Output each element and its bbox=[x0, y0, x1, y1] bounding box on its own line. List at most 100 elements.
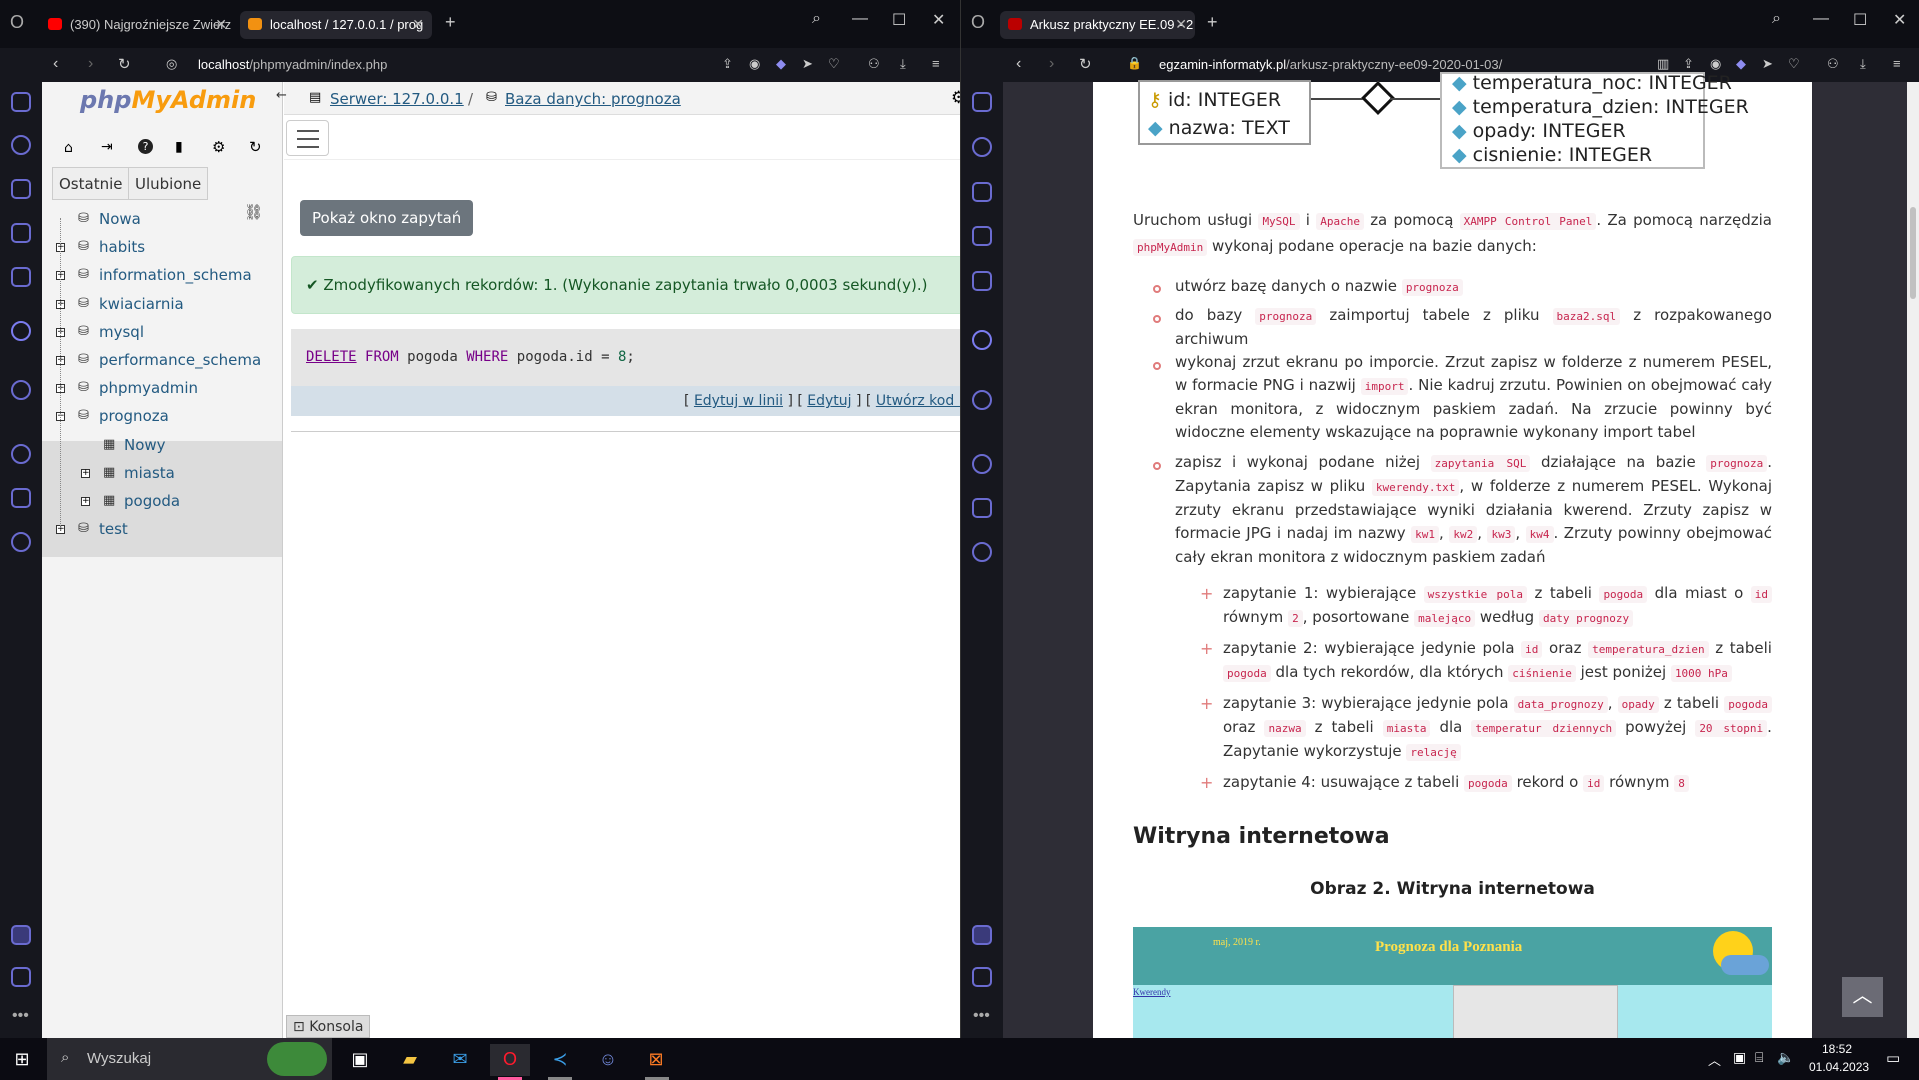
close-tab-icon[interactable]: ✕ bbox=[1175, 16, 1187, 33]
scroll-to-top-button[interactable]: ︿ bbox=[1842, 977, 1883, 1017]
task-view-icon[interactable]: ▣ bbox=[340, 1044, 380, 1076]
tab-youtube[interactable]: (390) Najgroźniejsze Zwierz ✕ bbox=[40, 11, 235, 39]
tree-item-label[interactable]: mysql bbox=[99, 323, 144, 341]
sidebar-chip-icon[interactable] bbox=[972, 271, 992, 291]
edit-link[interactable]: Edytuj bbox=[807, 393, 851, 409]
clock-date[interactable]: 01.04.2023 bbox=[1809, 1060, 1869, 1074]
sidebar-extension-icon[interactable] bbox=[11, 925, 31, 945]
create-php-link[interactable]: Utwórz kod PHP bbox=[876, 393, 960, 409]
notifications-icon[interactable]: ▭ bbox=[1886, 1049, 1900, 1067]
breadcrumb-database[interactable]: Baza danych: prognoza bbox=[505, 90, 681, 108]
tree-item-label[interactable]: prognoza bbox=[99, 407, 169, 425]
volume-icon[interactable]: 🔈 bbox=[1777, 1049, 1794, 1066]
sidebar-game-icon[interactable] bbox=[972, 92, 992, 112]
back-icon[interactable]: ‹ bbox=[1016, 55, 1021, 73]
new-tab-icon[interactable]: + bbox=[1207, 12, 1218, 33]
tab-arkusz[interactable]: Arkusz praktyczny EE.09 - 2 ✕ bbox=[1000, 11, 1195, 39]
sidebar-speed-icon[interactable] bbox=[972, 137, 992, 157]
network-icon[interactable]: ⌸ bbox=[1755, 1049, 1763, 1066]
heart-icon[interactable]: ♡ bbox=[828, 56, 840, 72]
help-icon[interactable]: ? bbox=[138, 139, 153, 154]
send-icon[interactable]: ➤ bbox=[1762, 56, 1773, 72]
tab-recent[interactable]: Ostatnie bbox=[52, 167, 130, 200]
tree-item-mysql[interactable]: + ⛁ mysql bbox=[42, 321, 282, 345]
tab-favorites[interactable]: Ulubione bbox=[128, 167, 209, 200]
sidebar-gallery-icon[interactable] bbox=[11, 967, 31, 987]
tree-item-phpmyadmin[interactable]: + ⛁ phpmyadmin bbox=[42, 377, 282, 401]
easy-setup-icon[interactable]: ≡ bbox=[1893, 56, 1901, 71]
tree-item-label[interactable]: phpmyadmin bbox=[99, 379, 198, 397]
sidebar-bot-icon[interactable] bbox=[11, 179, 31, 199]
minimize-icon[interactable]: — bbox=[852, 10, 868, 28]
sidebar-more-icon[interactable]: ••• bbox=[12, 1007, 29, 1025]
opera-gx-icon[interactable]: O bbox=[490, 1044, 530, 1076]
vpn-icon[interactable]: ◆ bbox=[1736, 56, 1746, 72]
minimize-icon[interactable]: — bbox=[1813, 10, 1829, 28]
tree-item-information-schema[interactable]: + ⛁ information_schema bbox=[42, 264, 282, 288]
account-icon[interactable]: ⚇ bbox=[868, 56, 880, 72]
clock-time[interactable]: 18:52 bbox=[1822, 1042, 1852, 1056]
tree-item-label[interactable]: habits bbox=[99, 238, 145, 256]
file-explorer-icon[interactable]: ▰ bbox=[390, 1044, 430, 1076]
tree-item-label[interactable]: miasta bbox=[124, 464, 175, 482]
reload-navigation-icon[interactable]: ↻ bbox=[249, 138, 262, 156]
sidebar-history-icon[interactable] bbox=[972, 454, 992, 474]
tray-expand-icon[interactable]: ︿ bbox=[1708, 1050, 1721, 1069]
easy-setup-icon[interactable]: ≡ bbox=[932, 56, 940, 71]
tree-item-prognoza[interactable]: − ⛁ prognoza bbox=[42, 405, 282, 429]
download-icon[interactable]: ⤓ bbox=[1860, 56, 1866, 72]
scrollbar-thumb[interactable] bbox=[1910, 207, 1916, 299]
sidebar-player-icon[interactable] bbox=[972, 390, 992, 410]
breadcrumb-server[interactable]: Serwer: 127.0.0.1 bbox=[330, 90, 464, 108]
tray-app-icon[interactable]: ▣ bbox=[1733, 1049, 1746, 1066]
home-icon[interactable]: ⌂ bbox=[64, 140, 73, 156]
console-toggle[interactable]: ⊡ Konsola bbox=[286, 1015, 371, 1038]
search-tabs-icon[interactable]: ⌕ bbox=[812, 10, 821, 28]
url-field[interactable]: egzamin-informatyk.pl/arkusz-praktyczny-… bbox=[1159, 57, 1502, 72]
search-tabs-icon[interactable]: ⌕ bbox=[1772, 10, 1781, 28]
docs-icon[interactable]: ▮ bbox=[175, 139, 183, 155]
snapshot-icon[interactable]: ◉ bbox=[1710, 56, 1721, 72]
vpn-icon[interactable]: ◆ bbox=[776, 56, 786, 72]
close-tab-icon[interactable]: ✕ bbox=[412, 16, 424, 33]
url-field[interactable]: localhost/phpmyadmin/index.php bbox=[198, 57, 387, 72]
opera-menu-icon[interactable]: O bbox=[971, 12, 985, 33]
tree-item-label[interactable]: information_schema bbox=[99, 266, 252, 284]
xampp-icon[interactable]: ⊠ bbox=[636, 1044, 676, 1076]
tree-item-label[interactable]: pogoda bbox=[124, 492, 180, 510]
sidebar-speed-icon[interactable] bbox=[11, 135, 31, 155]
close-window-icon[interactable]: ✕ bbox=[1893, 10, 1906, 30]
sidebar-game-icon[interactable] bbox=[11, 92, 31, 112]
vscode-icon[interactable]: ≺ bbox=[540, 1044, 580, 1076]
sidebar-messenger-icon[interactable] bbox=[972, 330, 992, 350]
collapse-nav-icon[interactable]: ← bbox=[276, 88, 287, 103]
sidebar-settings-icon[interactable] bbox=[11, 532, 31, 552]
sidebar-cube-icon[interactable] bbox=[972, 498, 992, 518]
tree-item-nowy[interactable]: ▦ Nowy bbox=[42, 434, 282, 458]
sidebar-twitch-icon[interactable] bbox=[972, 226, 992, 246]
tree-item-test[interactable]: + ⛁ test bbox=[42, 518, 282, 542]
sidebar-gallery-icon[interactable] bbox=[972, 967, 992, 987]
reload-icon[interactable]: ↻ bbox=[118, 55, 131, 73]
tree-item-habits[interactable]: + ⛁ habits bbox=[42, 236, 282, 260]
forward-icon[interactable]: › bbox=[1049, 55, 1054, 73]
tree-item-label[interactable]: Nowa bbox=[99, 210, 141, 228]
hamburger-menu-button[interactable] bbox=[286, 120, 329, 156]
phpmyadmin-logo[interactable]: phpMyAdmin bbox=[80, 86, 256, 114]
tree-item-label[interactable]: Nowy bbox=[124, 436, 166, 454]
sidebar-history-icon[interactable] bbox=[11, 444, 31, 464]
reader-icon[interactable]: ▥ bbox=[1657, 56, 1669, 72]
sql-keyword-delete[interactable]: DELETE bbox=[306, 349, 357, 365]
tree-item-kwiaciarnia[interactable]: + ⛁ kwiaciarnia bbox=[42, 293, 282, 317]
new-tab-icon[interactable]: + bbox=[445, 12, 456, 33]
show-query-window-button[interactable]: Pokaż okno zapytań bbox=[300, 200, 474, 236]
maximize-icon[interactable]: ☐ bbox=[892, 10, 906, 30]
sidebar-extension-icon[interactable] bbox=[972, 925, 992, 945]
page-settings-icon[interactable]: ⚙ bbox=[951, 88, 960, 108]
sidebar-bot-icon[interactable] bbox=[972, 182, 992, 202]
sidebar-messenger-icon[interactable] bbox=[11, 321, 31, 341]
site-info-icon[interactable]: ◎ bbox=[166, 56, 177, 72]
reload-icon[interactable]: ↻ bbox=[1079, 55, 1092, 73]
sidebar-chip-icon[interactable] bbox=[11, 267, 31, 287]
tab-phpmyadmin[interactable]: localhost / 127.0.0.1 / prog ✕ bbox=[240, 11, 432, 39]
